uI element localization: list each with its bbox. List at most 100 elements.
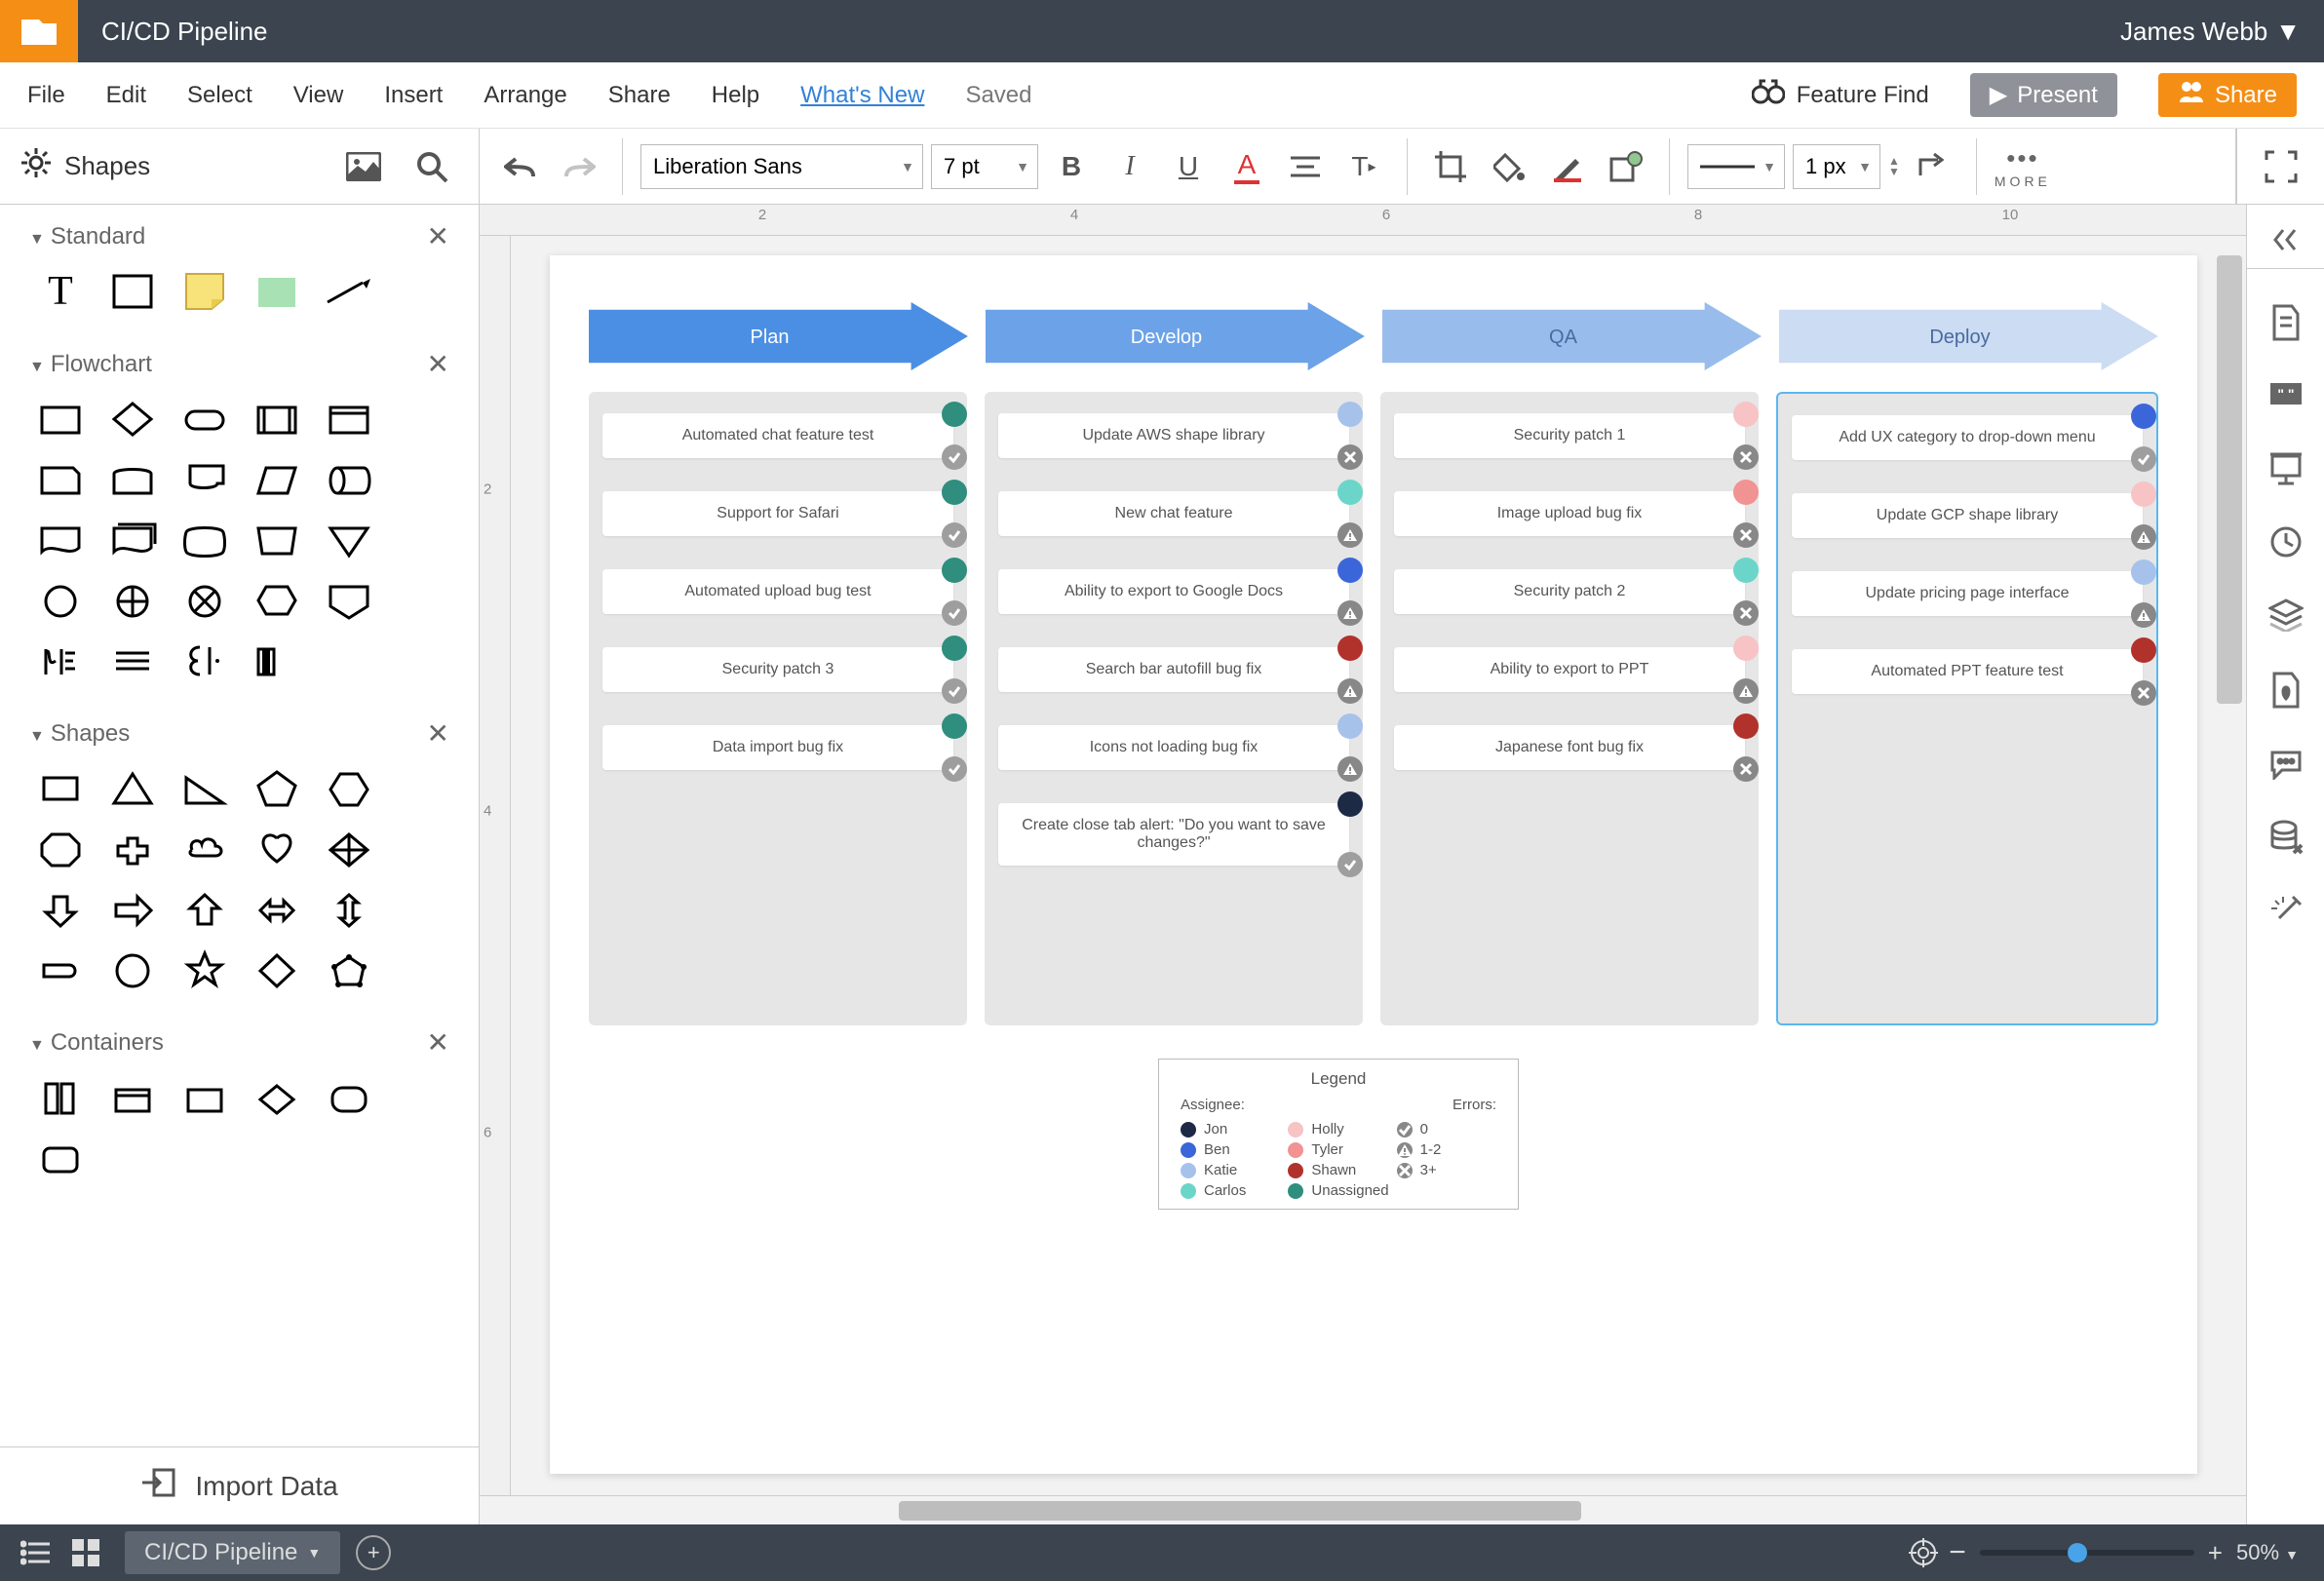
stage-arrow[interactable]: Develop	[986, 302, 1365, 372]
close-icon[interactable]: ✕	[427, 717, 449, 750]
flowchart-shape[interactable]	[246, 636, 308, 686]
line-style-select[interactable]	[1687, 144, 1785, 189]
section-containers-label[interactable]: Containers	[51, 1029, 164, 1056]
undo-button[interactable]	[495, 141, 546, 192]
basic-shape[interactable]	[318, 824, 380, 874]
section-shapes-label[interactable]: Shapes	[51, 720, 130, 747]
font-select[interactable]: Liberation Sans	[640, 144, 923, 189]
feature-find[interactable]: Feature Find	[1752, 79, 1929, 111]
document-icon[interactable]	[2270, 304, 2302, 346]
kanban-card[interactable]: Data import bug fix	[602, 725, 953, 770]
basic-shape[interactable]	[174, 763, 236, 814]
container-shape[interactable]	[174, 1072, 236, 1123]
legend[interactable]: LegendAssignee:Errors:JonHolly0BenTyler1…	[1158, 1059, 1519, 1210]
kanban-card[interactable]: Automated PPT feature test	[1792, 649, 2143, 694]
flowchart-shape[interactable]	[101, 454, 164, 505]
stage-arrow[interactable]: Deploy	[1779, 302, 2158, 372]
history-icon[interactable]	[2269, 525, 2303, 563]
basic-shape[interactable]	[318, 884, 380, 935]
line-tool[interactable]	[318, 266, 380, 317]
basic-shape[interactable]	[174, 824, 236, 874]
flowchart-shape[interactable]	[246, 394, 308, 444]
crop-button[interactable]	[1425, 141, 1476, 192]
kanban-column[interactable]: Add UX category to drop-down menu Update…	[1776, 392, 2158, 1025]
flowchart-shape[interactable]	[174, 575, 236, 626]
target-icon[interactable]	[1898, 1527, 1949, 1578]
search-icon[interactable]	[407, 141, 457, 192]
container-shape[interactable]	[246, 1072, 308, 1123]
flowchart-shape[interactable]	[29, 394, 92, 444]
zoom-in-button[interactable]: +	[2208, 1538, 2223, 1568]
flowchart-shape[interactable]	[29, 636, 92, 686]
flowchart-shape[interactable]	[101, 515, 164, 565]
kanban-card[interactable]: New chat feature	[998, 491, 1349, 536]
kanban-column[interactable]: Update AWS shape library New chat featur…	[985, 392, 1363, 1025]
stage-arrow[interactable]: QA	[1382, 302, 1762, 372]
share-button[interactable]: Share	[2158, 73, 2297, 117]
line-routing-button[interactable]	[1908, 141, 1958, 192]
basic-shape[interactable]	[29, 824, 92, 874]
basic-shape[interactable]	[246, 945, 308, 995]
flowchart-shape[interactable]	[246, 575, 308, 626]
kanban-card[interactable]: Support for Safari	[602, 491, 953, 536]
close-icon[interactable]: ✕	[427, 1026, 449, 1059]
shape-style-button[interactable]	[1601, 141, 1651, 192]
basic-shape[interactable]	[101, 884, 164, 935]
chevron-down-icon[interactable]: ▼	[29, 728, 45, 745]
flowchart-shape[interactable]	[101, 636, 164, 686]
text-color-button[interactable]: A	[1221, 141, 1272, 192]
zoom-slider[interactable]	[1980, 1550, 2194, 1556]
close-icon[interactable]: ✕	[427, 348, 449, 380]
bold-button[interactable]: B	[1046, 141, 1097, 192]
flowchart-shape[interactable]	[174, 454, 236, 505]
kanban-card[interactable]: Security patch 2	[1394, 569, 1745, 614]
fill-button[interactable]	[1484, 141, 1534, 192]
kanban-card[interactable]: Ability to export to PPT	[1394, 647, 1745, 692]
add-page-button[interactable]: +	[356, 1535, 391, 1570]
chevron-down-icon[interactable]: ▼	[29, 1037, 45, 1054]
container-shape[interactable]	[318, 1072, 380, 1123]
kanban-card[interactable]: Security patch 3	[602, 647, 953, 692]
fullscreen-button[interactable]	[2236, 129, 2324, 204]
basic-shape[interactable]	[174, 945, 236, 995]
data-icon[interactable]	[2268, 820, 2304, 860]
basic-shape[interactable]	[101, 763, 164, 814]
kanban-column[interactable]: Security patch 1 Image upload bug fix Se…	[1380, 392, 1759, 1025]
kanban-card[interactable]: Add UX category to drop-down menu	[1792, 415, 2143, 460]
italic-button[interactable]: I	[1104, 141, 1155, 192]
horizontal-scrollbar[interactable]	[480, 1495, 2246, 1524]
kanban-card[interactable]: Update GCP shape library	[1792, 493, 2143, 538]
container-shape[interactable]	[29, 1072, 92, 1123]
present-pane-icon[interactable]	[2268, 450, 2304, 490]
underline-button[interactable]: U	[1163, 141, 1214, 192]
flowchart-shape[interactable]	[29, 454, 92, 505]
kanban-card[interactable]: Update AWS shape library	[998, 413, 1349, 458]
menu-help[interactable]: Help	[712, 82, 759, 109]
comment-pane-icon[interactable]: " "	[2268, 381, 2304, 415]
flowchart-shape[interactable]	[246, 515, 308, 565]
import-data-button[interactable]: Import Data	[0, 1446, 479, 1524]
basic-shape[interactable]	[318, 945, 380, 995]
close-icon[interactable]: ✕	[427, 220, 449, 252]
flowchart-shape[interactable]	[246, 454, 308, 505]
basic-shape[interactable]	[174, 884, 236, 935]
basic-shape[interactable]	[29, 763, 92, 814]
basic-shape[interactable]	[246, 763, 308, 814]
basic-shape[interactable]	[29, 884, 92, 935]
zoom-level[interactable]: 50% ▼	[2236, 1540, 2299, 1565]
flowchart-shape[interactable]	[318, 394, 380, 444]
block-tool[interactable]	[246, 266, 308, 317]
kanban-card[interactable]: Automated upload bug test	[602, 569, 953, 614]
kanban-card[interactable]: Image upload bug fix	[1394, 491, 1745, 536]
kanban-card[interactable]: Japanese font bug fix	[1394, 725, 1745, 770]
flowchart-shape[interactable]	[29, 575, 92, 626]
more-button[interactable]: •••MORE	[1995, 143, 2051, 189]
chevron-down-icon[interactable]: ▼	[29, 231, 45, 248]
basic-shape[interactable]	[246, 824, 308, 874]
flowchart-shape[interactable]	[29, 515, 92, 565]
document-title[interactable]: CI/CD Pipeline	[101, 17, 268, 47]
kanban-column[interactable]: Automated chat feature test Support for …	[589, 392, 967, 1025]
flowchart-shape[interactable]	[174, 636, 236, 686]
theme-icon[interactable]	[2270, 672, 2302, 713]
logo[interactable]	[0, 0, 78, 62]
